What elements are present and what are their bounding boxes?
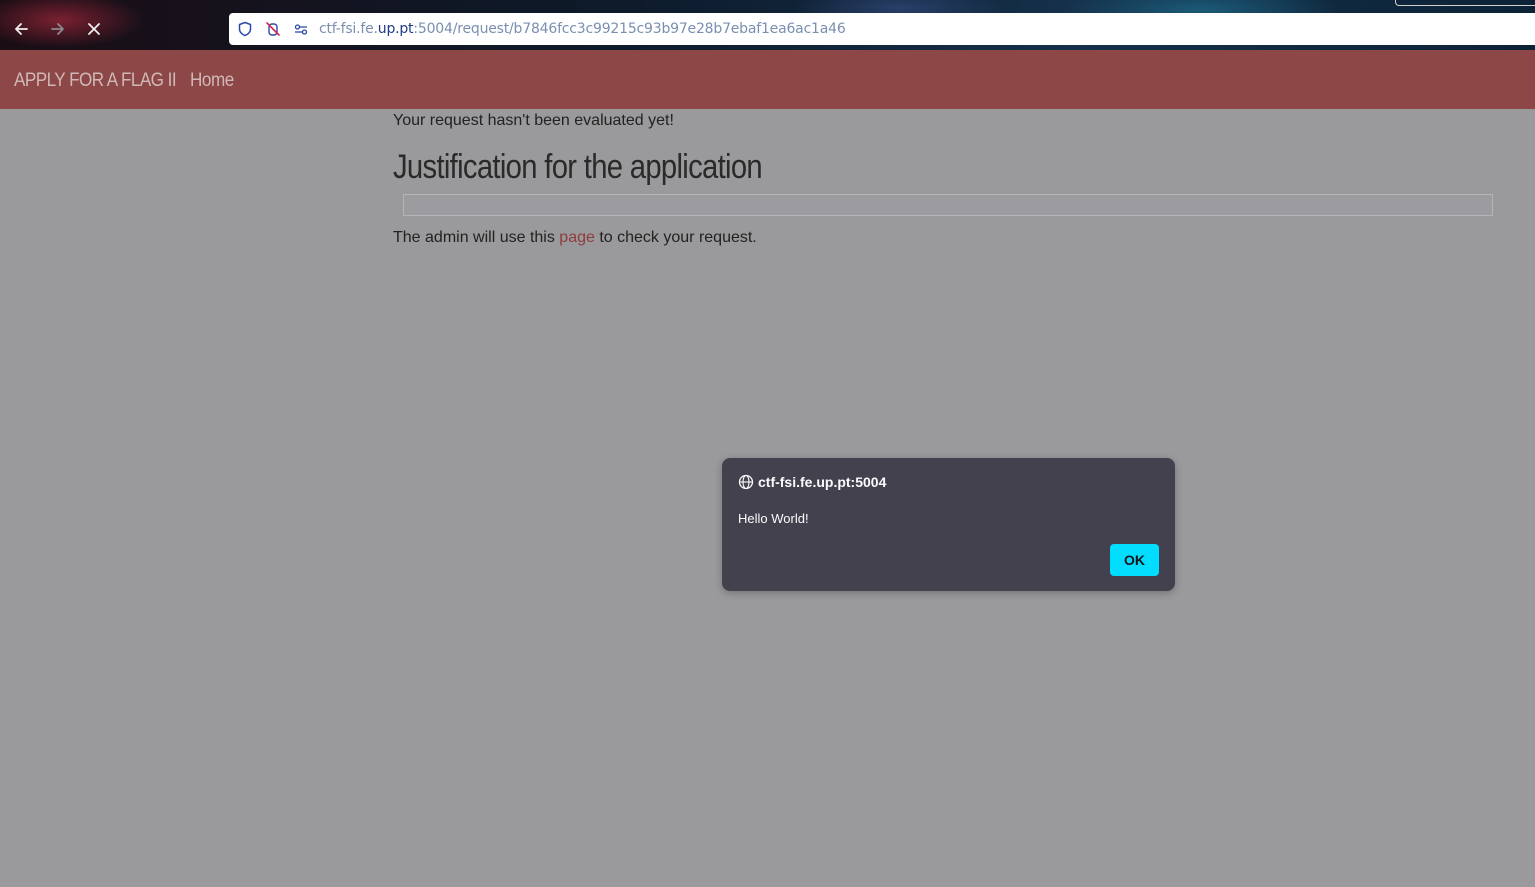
url-prefix: ctf-fsi.fe.: [319, 21, 378, 37]
toolbar-widget[interactable]: [1395, 0, 1535, 6]
stop-button[interactable]: [83, 18, 105, 40]
justification-content: [403, 194, 1493, 216]
dialog-origin: ctf-fsi.fe.up.pt:5004: [758, 474, 887, 490]
back-button[interactable]: [10, 18, 32, 40]
url-text[interactable]: ctf-fsi.fe.up.pt:5004/request/b7846fcc3c…: [319, 21, 846, 37]
site-navbar: APPLY FOR A FLAG II Home: [0, 50, 1535, 109]
admin-note-before: The admin will use this: [393, 229, 560, 246]
arrow-right-icon: [51, 23, 64, 35]
request-status: Your request hasn't been evaluated yet!: [393, 112, 674, 129]
site-brand[interactable]: APPLY FOR A FLAG II: [14, 70, 177, 92]
dialog-message: Hello World!: [738, 511, 809, 526]
page-title: Justification for the application: [393, 148, 763, 186]
globe-icon: [738, 474, 754, 490]
forward-button[interactable]: [47, 18, 69, 40]
ok-button[interactable]: OK: [1110, 544, 1159, 576]
address-bar[interactable]: ctf-fsi.fe.up.pt:5004/request/b7846fcc3c…: [229, 13, 1535, 45]
arrow-left-icon: [15, 23, 28, 35]
url-suffix: :5004/request/b7846fcc3c99215c93b97e28b7…: [413, 21, 846, 37]
sliders-icon[interactable]: [293, 21, 309, 37]
admin-note: The admin will use this page to check yo…: [393, 229, 757, 247]
camera-off-icon[interactable]: [265, 21, 281, 37]
admin-page-link[interactable]: page: [559, 229, 595, 246]
browser-toolbar: ctf-fsi.fe.up.pt:5004/request/b7846fcc3c…: [0, 0, 1535, 50]
close-icon: [88, 23, 100, 35]
shield-icon[interactable]: [237, 21, 253, 37]
url-host: up.pt: [377, 21, 414, 37]
admin-note-after: to check your request.: [594, 229, 757, 246]
alert-dialog: ctf-fsi.fe.up.pt:5004 Hello World! OK: [722, 458, 1175, 591]
nav-home-link[interactable]: Home: [190, 70, 234, 92]
dialog-title: ctf-fsi.fe.up.pt:5004: [738, 474, 886, 490]
